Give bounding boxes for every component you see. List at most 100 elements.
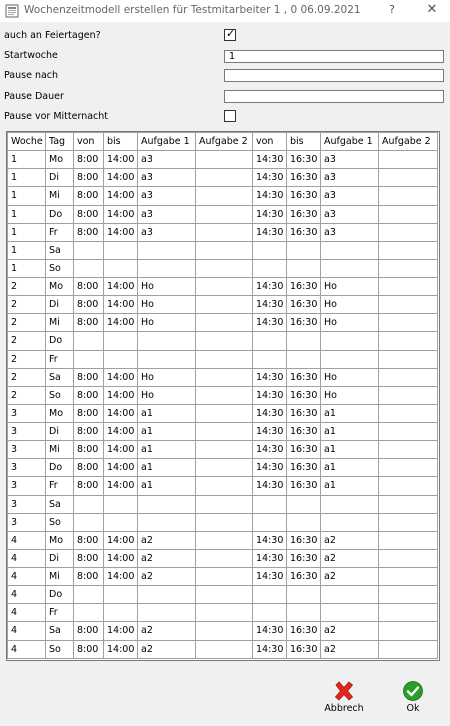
column-header[interactable]: Aufgabe 2 <box>378 132 438 152</box>
table-cell[interactable] <box>286 240 321 260</box>
column-header[interactable]: Aufgabe 1 <box>137 132 196 152</box>
table-cell[interactable]: 14:00 <box>103 204 138 224</box>
table-cell[interactable] <box>378 204 438 224</box>
table-cell[interactable] <box>378 295 438 315</box>
table-cell[interactable]: a3 <box>320 150 379 170</box>
table-cell[interactable] <box>378 331 438 351</box>
table-cell[interactable]: 14:30 <box>252 421 287 442</box>
table-cell[interactable]: 14:30 <box>252 530 287 550</box>
table-cell[interactable]: Ho <box>320 385 379 405</box>
table-cell[interactable]: Do <box>45 458 74 478</box>
table-cell[interactable]: 14:30 <box>252 222 287 242</box>
table-cell[interactable]: a2 <box>137 530 196 550</box>
table-cell[interactable]: So <box>45 385 74 405</box>
table-cell[interactable]: 16:30 <box>286 530 321 550</box>
table-cell[interactable] <box>195 639 253 659</box>
table-cell[interactable] <box>378 276 438 297</box>
table-cell[interactable]: Ho <box>137 276 196 297</box>
table-cell[interactable] <box>73 603 104 623</box>
table-row[interactable]: 3 Fr 8:00 14:00 a1 14:30 16:30 a1 <box>7 476 438 496</box>
table-cell[interactable] <box>195 276 253 297</box>
table-cell[interactable]: Ho <box>320 295 379 315</box>
table-cell[interactable]: 16:30 <box>286 639 321 659</box>
table-cell[interactable] <box>378 530 438 550</box>
table-cell[interactable]: 2 <box>7 385 46 405</box>
table-cell[interactable]: a3 <box>137 150 196 170</box>
table-cell[interactable]: 14:30 <box>252 458 287 478</box>
table-cell[interactable] <box>378 494 438 514</box>
table-cell[interactable] <box>195 530 253 550</box>
table-cell[interactable] <box>252 240 287 260</box>
table-cell[interactable]: Di <box>45 168 74 188</box>
table-cell[interactable]: 2 <box>7 313 46 333</box>
table-cell[interactable] <box>195 295 253 315</box>
table-cell[interactable]: Sa <box>45 367 74 387</box>
table-cell[interactable] <box>195 585 253 605</box>
table-row[interactable]: 2 Sa 8:00 14:00 Ho 14:30 16:30 Ho <box>7 367 438 387</box>
table-cell[interactable]: 16:30 <box>286 186 321 206</box>
table-cell[interactable]: 8:00 <box>73 566 104 587</box>
table-cell[interactable] <box>378 168 438 188</box>
table-cell[interactable]: 8:00 <box>73 385 104 405</box>
table-cell[interactable]: 4 <box>7 639 46 659</box>
table-cell[interactable] <box>195 512 253 532</box>
table-row[interactable]: 3 Mo 8:00 14:00 a1 14:30 16:30 a1 <box>7 403 438 424</box>
table-cell[interactable] <box>378 367 438 387</box>
table-cell[interactable] <box>103 494 138 514</box>
table-cell[interactable]: Do <box>45 204 74 224</box>
table-cell[interactable]: a1 <box>137 421 196 442</box>
table-cell[interactable]: Fr <box>45 222 74 242</box>
table-cell[interactable] <box>195 367 253 387</box>
table-cell[interactable]: 14:00 <box>103 403 138 424</box>
cancel-button[interactable]: Abbrech <box>322 680 366 716</box>
table-cell[interactable]: a3 <box>137 186 196 206</box>
table-cell[interactable]: 14:30 <box>252 367 287 387</box>
table-cell[interactable]: 14:00 <box>103 276 138 297</box>
table-cell[interactable]: 8:00 <box>73 150 104 170</box>
table-row[interactable]: 1 So <box>7 258 438 279</box>
table-cell[interactable] <box>137 585 196 605</box>
table-cell[interactable] <box>137 603 196 623</box>
table-row[interactable]: 4 Sa 8:00 14:00 a2 14:30 16:30 a2 <box>7 621 438 641</box>
table-cell[interactable] <box>103 585 138 605</box>
table-cell[interactable]: 16:30 <box>286 421 321 442</box>
table-row[interactable]: 3 So <box>7 512 438 532</box>
table-cell[interactable]: 1 <box>7 240 46 260</box>
table-cell[interactable] <box>195 331 253 351</box>
table-cell[interactable] <box>195 421 253 442</box>
table-cell[interactable] <box>320 585 379 605</box>
table-cell[interactable]: 8:00 <box>73 403 104 424</box>
table-cell[interactable]: 16:30 <box>286 403 321 424</box>
table-cell[interactable]: a2 <box>320 639 379 659</box>
table-cell[interactable]: 16:30 <box>286 458 321 478</box>
table-cell[interactable]: 8:00 <box>73 295 104 315</box>
table-cell[interactable] <box>252 494 287 514</box>
column-header[interactable]: Woche <box>7 132 46 152</box>
table-row[interactable]: 1 Sa <box>7 240 438 260</box>
table-cell[interactable]: 16:30 <box>286 313 321 333</box>
table-cell[interactable] <box>378 150 438 170</box>
table-cell[interactable] <box>195 548 253 569</box>
table-cell[interactable]: 14:00 <box>103 440 138 460</box>
table-cell[interactable]: 14:00 <box>103 639 138 659</box>
table-cell[interactable] <box>73 349 104 369</box>
table-cell[interactable]: Mo <box>45 530 74 550</box>
table-cell[interactable]: 8:00 <box>73 204 104 224</box>
table-cell[interactable]: a1 <box>320 440 379 460</box>
table-cell[interactable]: 14:00 <box>103 367 138 387</box>
table-cell[interactable] <box>103 603 138 623</box>
table-cell[interactable]: 2 <box>7 349 46 369</box>
table-row[interactable]: 2 Do <box>7 331 438 351</box>
table-cell[interactable]: 2 <box>7 295 46 315</box>
table-cell[interactable]: 16:30 <box>286 222 321 242</box>
table-cell[interactable] <box>195 566 253 587</box>
table-cell[interactable]: 14:00 <box>103 186 138 206</box>
table-cell[interactable] <box>252 349 287 369</box>
table-cell[interactable] <box>320 512 379 532</box>
table-cell[interactable] <box>137 512 196 532</box>
table-cell[interactable]: 1 <box>7 168 46 188</box>
table-cell[interactable] <box>378 186 438 206</box>
table-cell[interactable] <box>252 512 287 532</box>
table-cell[interactable]: a3 <box>320 204 379 224</box>
table-cell[interactable] <box>320 494 379 514</box>
